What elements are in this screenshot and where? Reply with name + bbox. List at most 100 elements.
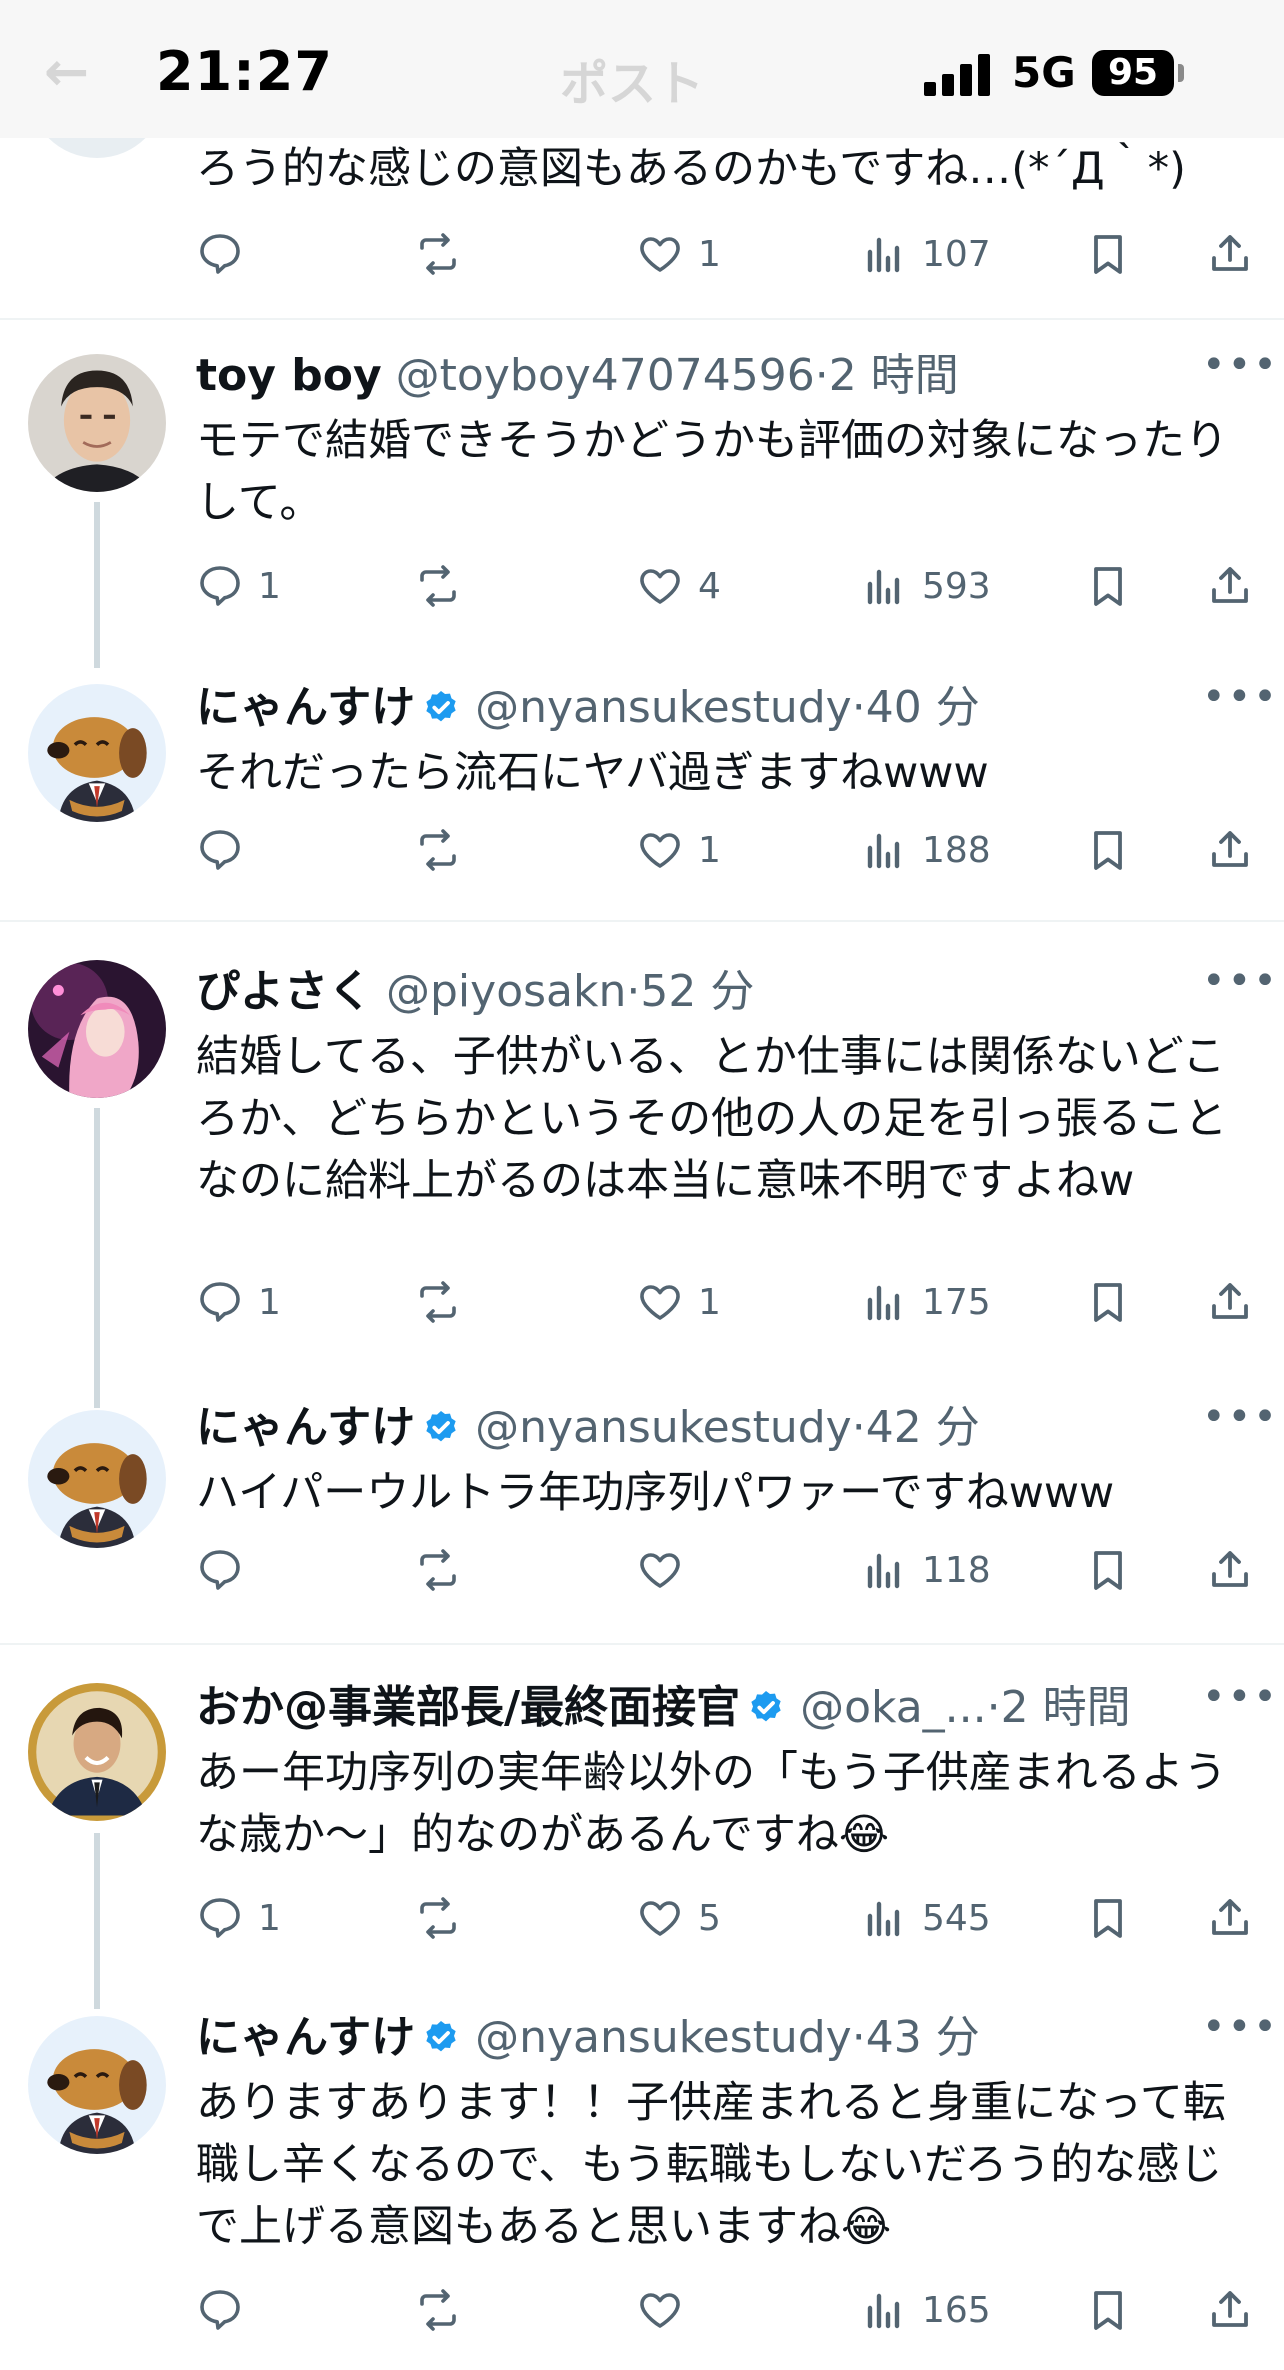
like-button[interactable]: 5 xyxy=(636,1888,721,1948)
verified-badge-icon xyxy=(421,686,461,726)
share-button[interactable] xyxy=(1206,1540,1254,1600)
share-icon xyxy=(1206,1546,1254,1594)
avatar[interactable] xyxy=(28,1410,166,1548)
author-name[interactable]: にゃんすけ xyxy=(196,682,415,733)
bookmark-button[interactable] xyxy=(1084,1272,1132,1332)
more-icon[interactable]: ••• xyxy=(1202,674,1279,720)
post-time[interactable]: 2 時間 xyxy=(829,350,959,401)
author-handle[interactable]: @nyansukestudy xyxy=(475,2012,852,2063)
post-time[interactable]: 52 分 xyxy=(640,966,754,1017)
bookmark-icon xyxy=(1084,1278,1132,1326)
post-time[interactable]: 43 分 xyxy=(866,2012,980,2063)
like-button[interactable] xyxy=(636,1540,684,1600)
author-name[interactable]: toy boy xyxy=(196,350,382,401)
like-button[interactable]: 1 xyxy=(636,224,721,284)
tweet-text: あー年功序列の実年齢以外の「もう子供産まれるような歳か〜」的なのがあるんですね😂 xyxy=(196,1748,1227,1860)
reply-button[interactable] xyxy=(196,2280,244,2340)
bookmark-button[interactable] xyxy=(1084,556,1132,616)
more-icon[interactable]: ••• xyxy=(1202,2004,1279,2050)
bookmark-button[interactable] xyxy=(1084,224,1132,284)
reply-count: 1 xyxy=(258,565,281,607)
tweet-header: おか@事業部長/最終面接官 @oka_...·2 時間 xyxy=(196,1680,1131,1736)
bookmark-button[interactable] xyxy=(1084,1888,1132,1948)
reply-icon xyxy=(196,562,244,610)
separator-dot: · xyxy=(814,350,829,401)
bookmark-icon xyxy=(1084,1546,1132,1594)
bookmark-button[interactable] xyxy=(1084,2280,1132,2340)
like-icon xyxy=(636,562,684,610)
author-handle[interactable]: @toyboy47074596 xyxy=(396,350,815,401)
repost-button[interactable] xyxy=(414,1272,462,1332)
tweet-actions: 1 4 593 xyxy=(196,556,1256,616)
views-button[interactable]: 118 xyxy=(860,1540,991,1600)
tweet-text: ハイパーウルトラ年功序列パワァーですねwww xyxy=(196,1468,1115,1518)
views-button[interactable]: 188 xyxy=(860,820,991,880)
tweet-text: それだったら流石にヤバ過ぎますねwww xyxy=(196,748,989,798)
repost-button[interactable] xyxy=(414,820,462,880)
views-button[interactable]: 175 xyxy=(860,1272,991,1332)
author-name[interactable]: おか@事業部長/最終面接官 xyxy=(196,1682,740,1733)
reply-button[interactable] xyxy=(196,1540,244,1600)
repost-button[interactable] xyxy=(414,224,462,284)
repost-icon xyxy=(414,826,462,874)
share-icon xyxy=(1206,826,1254,874)
avatar[interactable] xyxy=(28,960,166,1098)
like-count: 1 xyxy=(698,829,721,871)
like-button[interactable]: 4 xyxy=(636,556,721,616)
bookmark-button[interactable] xyxy=(1084,820,1132,880)
avatar[interactable] xyxy=(28,354,166,492)
post-time[interactable]: 2 時間 xyxy=(1001,1682,1131,1733)
author-name[interactable]: にゃんすけ xyxy=(196,1402,415,1453)
share-icon xyxy=(1206,230,1254,278)
reply-button[interactable]: 1 xyxy=(196,1272,281,1332)
author-handle[interactable]: @nyansukestudy xyxy=(475,682,852,733)
reply-button[interactable]: 1 xyxy=(196,1888,281,1948)
network-type: 5G xyxy=(1012,48,1076,97)
avatar[interactable] xyxy=(28,2016,166,2154)
verified-badge-icon xyxy=(421,1406,461,1446)
reply-button[interactable]: 1 xyxy=(196,556,281,616)
reply-button[interactable] xyxy=(196,224,244,284)
like-count: 1 xyxy=(698,233,721,275)
repost-icon xyxy=(414,1546,462,1594)
share-button[interactable] xyxy=(1206,2280,1254,2340)
author-handle[interactable]: @piyosakn xyxy=(386,966,626,1017)
repost-button[interactable] xyxy=(414,556,462,616)
share-button[interactable] xyxy=(1206,224,1254,284)
like-count: 4 xyxy=(698,565,721,607)
like-button[interactable]: 1 xyxy=(636,1272,721,1332)
share-button[interactable] xyxy=(1206,1272,1254,1332)
author-name[interactable]: にゃんすけ xyxy=(196,2012,415,2063)
post-time[interactable]: 40 分 xyxy=(866,682,980,733)
more-icon[interactable]: ••• xyxy=(1202,1394,1279,1440)
share-button[interactable] xyxy=(1206,556,1254,616)
author-handle[interactable]: @oka_... xyxy=(800,1682,987,1733)
bookmark-icon xyxy=(1084,826,1132,874)
share-button[interactable] xyxy=(1206,820,1254,880)
post-time[interactable]: 42 分 xyxy=(866,1402,980,1453)
bookmark-button[interactable] xyxy=(1084,1540,1132,1600)
repost-button[interactable] xyxy=(414,2280,462,2340)
like-button[interactable]: 1 xyxy=(636,820,721,880)
views-button[interactable]: 165 xyxy=(860,2280,991,2340)
reply-icon xyxy=(196,826,244,874)
more-icon[interactable]: ••• xyxy=(1202,958,1279,1004)
more-icon[interactable]: ••• xyxy=(1202,1674,1279,1720)
bookmark-icon xyxy=(1084,2286,1132,2334)
back-arrow-icon[interactable]: ← xyxy=(44,40,89,103)
more-icon[interactable]: ••• xyxy=(1202,342,1279,388)
share-button[interactable] xyxy=(1206,1888,1254,1948)
reply-button[interactable] xyxy=(196,820,244,880)
views-button[interactable]: 593 xyxy=(860,556,991,616)
views-button[interactable]: 545 xyxy=(860,1888,991,1948)
tweet-actions: 1 107 xyxy=(196,224,1256,284)
avatar[interactable] xyxy=(28,684,166,822)
views-button[interactable]: 107 xyxy=(860,224,991,284)
avatar[interactable] xyxy=(28,1683,166,1821)
like-icon xyxy=(636,1546,684,1594)
repost-button[interactable] xyxy=(414,1888,462,1948)
like-button[interactable] xyxy=(636,2280,684,2340)
repost-button[interactable] xyxy=(414,1540,462,1600)
author-name[interactable]: ぴよさく xyxy=(196,966,372,1017)
author-handle[interactable]: @nyansukestudy xyxy=(475,1402,852,1453)
